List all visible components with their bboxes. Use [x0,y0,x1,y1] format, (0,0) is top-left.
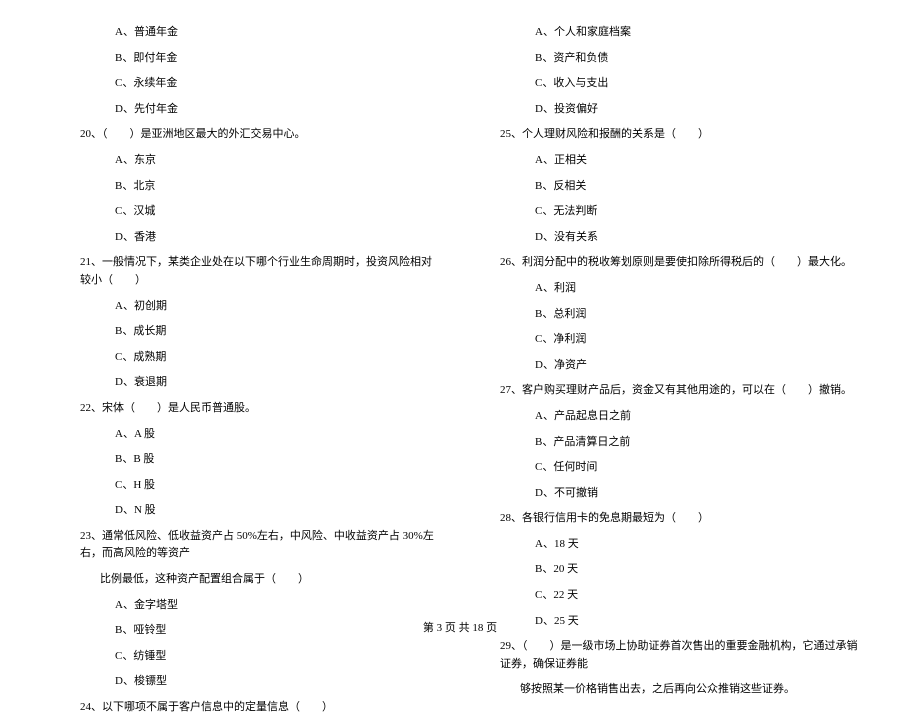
page-footer: 第 3 页 共 18 页 [0,619,920,635]
option-item: A、初创期 [60,294,440,320]
left-column: A、普通年金 B、即付年金 C、永续年金 D、先付年金 20、（ ）是亚洲地区最… [50,20,460,721]
option-item: C、收入与支出 [480,71,860,97]
option-item: B、成长期 [60,319,440,345]
option-item: B、产品清算日之前 [480,430,860,456]
option-item: C、22 天 [480,583,860,609]
option-item: B、即付年金 [60,46,440,72]
option-item: D、梭镖型 [60,669,440,695]
right-column: A、个人和家庭档案 B、资产和负债 C、收入与支出 D、投资偏好 25、个人理财… [460,20,870,721]
option-item: D、先付年金 [60,97,440,123]
option-item: D、香港 [60,225,440,251]
option-item: D、衰退期 [60,370,440,396]
option-item: A、正相关 [480,148,860,174]
question-28: 28、各银行信用卡的免息期最短为（ ） [480,506,860,532]
option-item: B、资产和负债 [480,46,860,72]
page-content: A、普通年金 B、即付年金 C、永续年金 D、先付年金 20、（ ）是亚洲地区最… [0,0,920,721]
option-item: A、东京 [60,148,440,174]
question-23: 23、通常低风险、低收益资产占 50%左右，中风险、中收益资产占 30%左右，而… [60,524,440,567]
option-item: A、普通年金 [60,20,440,46]
option-item: C、任何时间 [480,455,860,481]
option-item: D、投资偏好 [480,97,860,123]
question-29: 29、（ ）是一级市场上协助证券首次售出的重要金融机构，它通过承销证券，确保证券… [480,634,860,677]
question-27: 27、客户购买理财产品后，资金又有其他用途的，可以在（ ）撤销。 [480,378,860,404]
question-29-cont: 够按照某一价格销售出去，之后再向公众推销这些证券。 [480,677,860,703]
option-item: D、N 股 [60,498,440,524]
option-item: C、无法判断 [480,199,860,225]
option-item: B、北京 [60,174,440,200]
option-item: D、不可撤销 [480,481,860,507]
question-20: 20、（ ）是亚洲地区最大的外汇交易中心。 [60,122,440,148]
question-25: 25、个人理财风险和报酬的关系是（ ） [480,122,860,148]
option-item: A、产品起息日之前 [480,404,860,430]
option-item: B、20 天 [480,557,860,583]
option-item: A、A 股 [60,422,440,448]
option-item: A、18 天 [480,532,860,558]
option-item: C、永续年金 [60,71,440,97]
question-22: 22、宋体（ ）是人民币普通股。 [60,396,440,422]
question-24: 24、以下哪项不属于客户信息中的定量信息（ ） [60,695,440,721]
question-21: 21、一般情况下，某类企业处在以下哪个行业生命周期时，投资风险相对较小（ ） [60,250,440,293]
option-item: A、个人和家庭档案 [480,20,860,46]
option-item: C、净利润 [480,327,860,353]
option-item: C、H 股 [60,473,440,499]
option-item: B、B 股 [60,447,440,473]
option-item: D、没有关系 [480,225,860,251]
question-26: 26、利润分配中的税收筹划原则是要使扣除所得税后的（ ）最大化。 [480,250,860,276]
option-item: C、成熟期 [60,345,440,371]
option-item: A、利润 [480,276,860,302]
option-item: C、汉城 [60,199,440,225]
option-item: B、总利润 [480,302,860,328]
question-23-cont: 比例最低，这种资产配置组合属于（ ） [60,567,440,593]
option-item: D、净资产 [480,353,860,379]
option-item: B、反相关 [480,174,860,200]
option-item: A、金字塔型 [60,593,440,619]
option-item: C、纺锤型 [60,644,440,670]
